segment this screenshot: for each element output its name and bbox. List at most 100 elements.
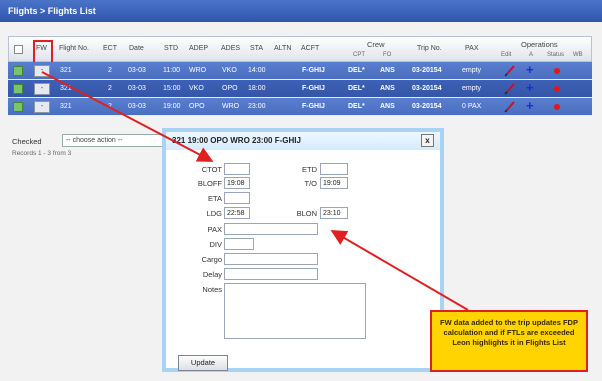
pax-label: PAX	[207, 225, 222, 234]
row-checkbox[interactable]	[13, 66, 23, 76]
col-std[interactable]: STD	[164, 45, 178, 52]
cell-fo: ANS	[380, 85, 395, 92]
cell-acft: F-GHIJ	[302, 103, 325, 110]
cell-ades: VKO	[222, 67, 237, 74]
cell-pax: 0 PAX	[462, 103, 482, 110]
status-dot-icon[interactable]	[554, 68, 560, 74]
col-crew-cpt: CPT	[353, 52, 365, 58]
select-all-checkbox[interactable]	[14, 45, 23, 54]
cell-date: 03-03	[128, 85, 146, 92]
div-input[interactable]	[224, 238, 254, 250]
fw-button[interactable]: -	[34, 83, 50, 95]
records-count: Records 1 - 3 from 3	[12, 150, 72, 157]
cell-cpt: DEL*	[348, 67, 365, 74]
cell-ect: 2	[108, 103, 112, 110]
cell-acft: F-GHIJ	[302, 85, 325, 92]
pencil-icon[interactable]	[504, 64, 516, 77]
cell-date: 03-03	[128, 67, 146, 74]
cell-flight-no[interactable]: 321	[60, 103, 72, 110]
col-op-edit: Edit	[501, 52, 512, 58]
bloff-input[interactable]	[224, 177, 250, 189]
cell-date: 03-03	[128, 103, 146, 110]
cell-trip-no[interactable]: 03-20154	[412, 85, 442, 92]
flight-details-popup: 321 19:00 OPO WRO 23:00 F-GHIJ x CTOT ET…	[162, 128, 444, 372]
cell-trip-no[interactable]: 03-20154	[412, 103, 442, 110]
eta-input[interactable]	[224, 192, 250, 204]
col-ades[interactable]: ADES	[221, 45, 240, 52]
cell-adep: VKO	[189, 85, 204, 92]
col-op-status: Status	[547, 52, 565, 58]
cargo-label: Cargo	[201, 255, 222, 264]
col-op-a: A	[529, 52, 534, 58]
pencil-icon[interactable]	[504, 100, 516, 113]
col-trip-no[interactable]: Trip No.	[417, 45, 442, 52]
col-operations: Operations	[521, 40, 558, 49]
cell-pax: empty	[462, 85, 482, 92]
bloff-label: BLOFF	[197, 179, 222, 188]
col-altn[interactable]: ALTN	[274, 45, 291, 52]
action-select[interactable]: -- choose action --	[62, 134, 165, 147]
cell-adep: OPO	[189, 103, 205, 110]
cell-cpt: DEL*	[348, 85, 365, 92]
col-ect[interactable]: ECT	[103, 45, 117, 52]
cell-ect: 2	[108, 67, 112, 74]
col-acft[interactable]: ACFT	[301, 45, 319, 52]
fw-button[interactable]: -	[34, 65, 50, 77]
col-op-wb: WB	[573, 52, 583, 58]
table-row[interactable]: - 321 2 03-03 11:00 WRO VKO 14:00 F-GHIJ…	[8, 62, 592, 80]
add-icon[interactable]: +	[526, 99, 534, 113]
popup-title: 321 19:00 OPO WRO 23:00 F-GHIJ	[166, 132, 440, 150]
col-flight-no[interactable]: Flight No.	[59, 45, 89, 52]
cell-acft: F-GHIJ	[302, 67, 325, 74]
col-date[interactable]: Date	[129, 45, 144, 52]
page-title: Flights > Flights List	[0, 0, 602, 22]
close-icon[interactable]: x	[421, 134, 434, 147]
add-icon[interactable]: +	[526, 63, 534, 77]
cell-ades: WRO	[222, 103, 240, 110]
checked-label: Checked	[12, 137, 42, 146]
blon-input[interactable]	[320, 207, 348, 219]
cell-trip-no[interactable]: 03-20154	[412, 67, 442, 74]
ctot-input[interactable]	[224, 163, 250, 175]
cell-sta: 14:00	[248, 67, 266, 74]
update-button[interactable]: Update	[178, 355, 228, 371]
notes-textarea[interactable]	[224, 283, 366, 339]
cell-sta: 23:00	[248, 103, 266, 110]
row-checkbox[interactable]	[13, 102, 23, 112]
cell-ades: OPO	[222, 85, 238, 92]
delay-input[interactable]	[224, 268, 318, 280]
cell-sta: 18:00	[248, 85, 266, 92]
cell-fo: ANS	[380, 103, 395, 110]
cell-std: 11:00	[163, 67, 180, 74]
add-icon[interactable]: +	[526, 81, 534, 95]
col-crew: Crew	[367, 40, 385, 49]
eta-label: ETA	[207, 194, 222, 203]
delay-label: Delay	[202, 270, 222, 279]
cell-flight-no[interactable]: 321	[60, 67, 72, 74]
pencil-icon[interactable]	[504, 82, 516, 95]
cell-pax: empty	[462, 67, 482, 74]
table-row[interactable]: - 321 2 03-03 15:00 VKO OPO 18:00 F-GHIJ…	[8, 80, 592, 98]
cargo-input[interactable]	[224, 253, 318, 265]
col-sta[interactable]: STA	[250, 45, 263, 52]
fw-button[interactable]: -	[34, 101, 50, 113]
col-adep[interactable]: ADEP	[189, 45, 208, 52]
etd-label: ETD	[302, 165, 317, 174]
status-dot-icon[interactable]	[554, 104, 560, 110]
cell-flight-no[interactable]: 321	[60, 85, 72, 92]
cell-adep: WRO	[189, 67, 207, 74]
div-label: DIV	[209, 240, 222, 249]
pax-input[interactable]	[224, 223, 318, 235]
etd-input[interactable]	[320, 163, 348, 175]
row-checkbox[interactable]	[13, 84, 23, 94]
ldg-input[interactable]	[224, 207, 250, 219]
flights-table: FW Flight No. ECT Date STD ADEP ADES STA…	[8, 36, 592, 116]
status-dot-icon[interactable]	[554, 86, 560, 92]
cell-std: 15:00	[163, 85, 181, 92]
to-input[interactable]	[320, 177, 348, 189]
ctot-label: CTOT	[201, 165, 222, 174]
notes-label: Notes	[202, 285, 222, 294]
table-row[interactable]: - 321 2 03-03 19:00 OPO WRO 23:00 F-GHIJ…	[8, 98, 592, 116]
cell-fo: ANS	[380, 67, 395, 74]
cell-cpt: DEL*	[348, 103, 365, 110]
